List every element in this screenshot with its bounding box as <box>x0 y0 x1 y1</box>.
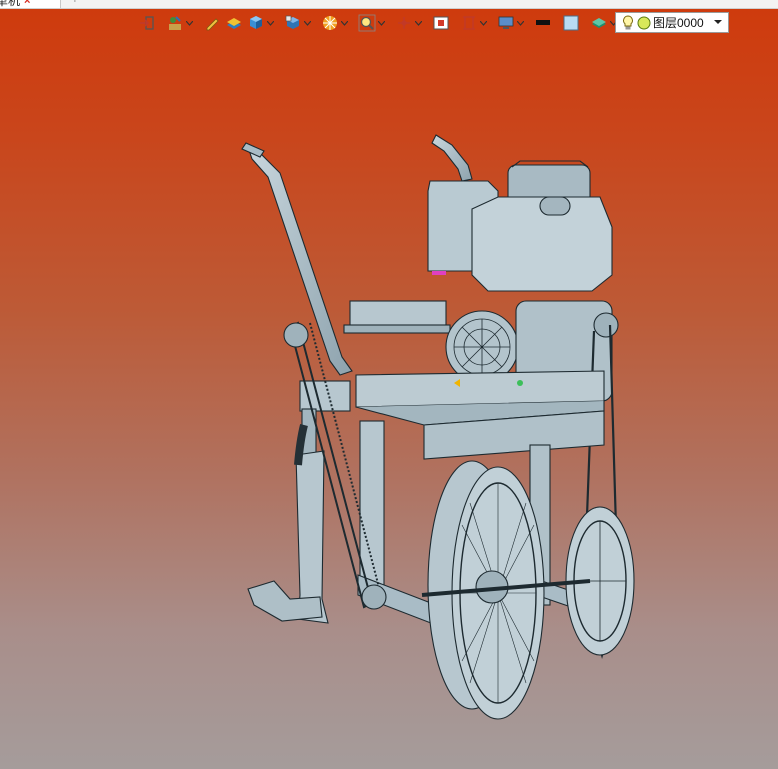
chevron-down-icon[interactable] <box>303 12 311 34</box>
view-toolbar <box>136 11 619 35</box>
layer-selector[interactable]: 图层0000 <box>615 12 729 33</box>
pen-icon <box>206 18 219 31</box>
display-settings-button[interactable] <box>495 12 526 34</box>
chevron-down-icon[interactable] <box>185 12 193 34</box>
snap-icon <box>398 17 410 29</box>
close-icon[interactable]: × <box>24 0 30 8</box>
section-button[interactable] <box>458 12 489 34</box>
fit-view-button[interactable] <box>430 12 452 34</box>
chevron-down-icon[interactable] <box>414 12 422 34</box>
view-orientation-button[interactable] <box>282 12 313 34</box>
zoom-icon <box>358 14 376 32</box>
section-icon <box>463 16 475 30</box>
line-color-icon <box>536 20 550 25</box>
line-color-button[interactable] <box>532 12 554 34</box>
chevron-down-icon[interactable] <box>714 17 722 27</box>
render-mode-button[interactable] <box>319 12 350 34</box>
fill-color-button[interactable] <box>560 12 582 34</box>
document-tabstrip: 犁机 × + <box>0 0 778 9</box>
import-button[interactable] <box>136 12 158 34</box>
chevron-down-icon[interactable] <box>479 12 487 34</box>
chevron-down-icon[interactable] <box>340 12 348 34</box>
attribute-icon <box>169 16 181 30</box>
document-tab-label: 犁机 <box>0 0 21 8</box>
shaded-solid-button[interactable] <box>245 12 276 34</box>
zoom-button[interactable] <box>356 12 387 34</box>
sketch-button[interactable] <box>201 12 223 34</box>
attribute-button[interactable] <box>164 12 195 34</box>
display-icon <box>498 16 514 29</box>
document-tab[interactable]: 犁机 × <box>0 0 61 8</box>
stack-button[interactable] <box>223 12 245 34</box>
new-tab-button[interactable]: + <box>72 0 78 6</box>
fit-icon <box>433 16 449 30</box>
layer-name: 图层0000 <box>653 16 704 30</box>
fill-color-icon <box>563 15 579 31</box>
chevron-down-icon[interactable] <box>266 12 274 34</box>
layer-tool-icon <box>592 18 606 28</box>
chevron-down-icon[interactable] <box>377 12 385 34</box>
stack-icon <box>227 18 241 29</box>
view-cube-icon <box>285 15 299 29</box>
lightbulb-icon <box>623 14 633 29</box>
snap-button[interactable] <box>393 12 424 34</box>
chevron-down-icon[interactable] <box>516 12 524 34</box>
rotary-tiller-model[interactable] <box>240 125 640 720</box>
layer-state-icon <box>637 16 651 29</box>
cube-icon <box>250 16 262 29</box>
import-icon <box>140 16 154 30</box>
render-icon <box>323 16 337 30</box>
